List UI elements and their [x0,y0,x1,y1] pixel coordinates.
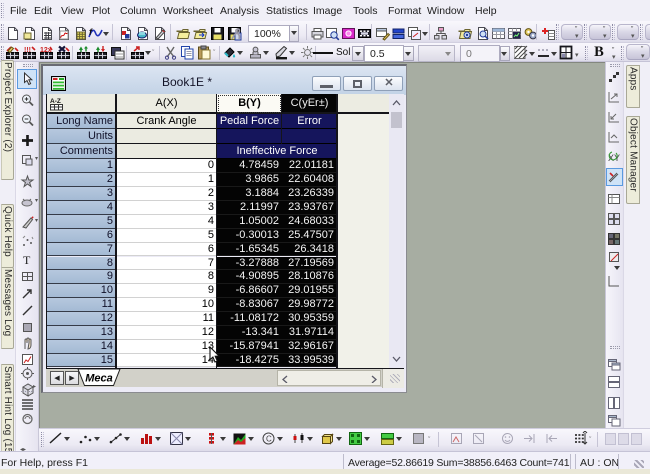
svg-text:T: T [23,253,31,267]
svg-text:Meca: Meca [85,373,113,385]
svg-text:!!!: !!! [24,47,31,54]
svg-text:A-Z: A-Z [50,98,61,105]
svg-text:C: C [266,435,272,444]
svg-text:f: f [89,27,93,37]
